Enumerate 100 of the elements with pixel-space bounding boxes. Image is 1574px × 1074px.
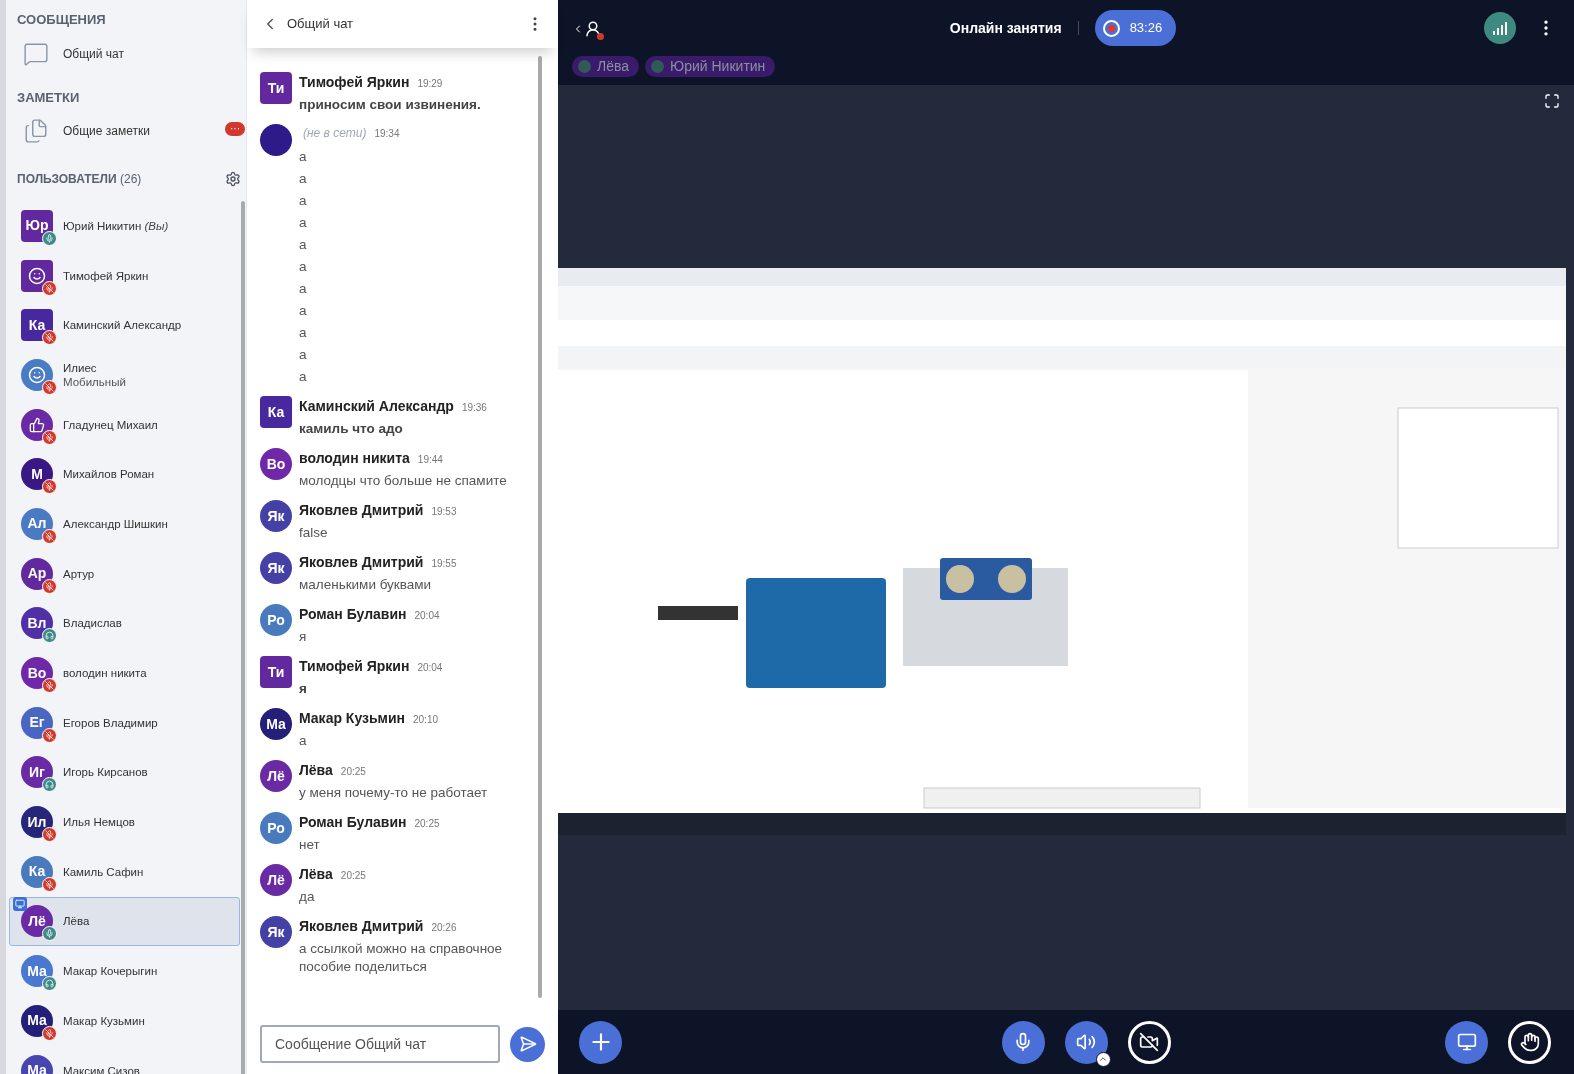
message-text: маленькими буквами [299,576,433,594]
user-row[interactable]: Ег Егоров Владимир [9,697,240,748]
user-row[interactable]: Ма Макар Кузьмин [9,996,240,1046]
avatar-initials: Ро [267,818,285,838]
avatar-initials: Ма [27,1011,47,1031]
avatar-initials: Юр [25,216,49,236]
message-author: Яковлев Дмитрий [299,917,424,936]
user-row[interactable]: Ар Артур [9,548,240,599]
speaker-button[interactable] [1064,1020,1108,1064]
smiley-icon [28,365,46,384]
screen-share-button[interactable] [1445,1020,1488,1064]
notes-item[interactable]: Общие заметки [63,122,150,140]
message-input[interactable]: Сообщение Общий чат [260,1025,500,1063]
message-text: молодцы что больше не спамите [299,472,507,490]
user-row[interactable]: Ка Камиль Сафин [9,846,240,897]
send-icon [518,1035,537,1053]
message-time: 20:04 [414,609,440,623]
message-time: 20:25 [340,869,366,883]
connection-signal-icon[interactable] [1484,12,1516,44]
message-text: а [299,346,308,364]
add-button[interactable] [579,1020,622,1064]
monitor-icon [1456,1032,1477,1052]
user-name: Илья Немцов [63,815,135,830]
message-time: 20:25 [414,817,440,831]
message-time: 19:53 [431,505,457,519]
user-row[interactable]: М Михайлов Роман [9,449,240,500]
microphone-button[interactable] [1001,1020,1045,1064]
message-text: камиль что адо [299,420,404,438]
recording-button[interactable]: 83:26 [1094,10,1177,46]
message-text: приносим свои извинения. [299,96,481,114]
user-row[interactable]: Лё Лёва [9,896,240,947]
chat-title: Общий чат [287,15,354,34]
send-button[interactable] [510,1026,545,1062]
message-time: 20:25 [340,765,366,779]
user-row[interactable]: Ал Александр Шишкин [9,499,240,549]
user-row[interactable]: Во володин никита [9,648,240,698]
message-text: нет [299,836,321,854]
camera-off-icon [1139,1032,1159,1052]
user-name: Каминский Александр [63,318,182,333]
user-row[interactable]: Илиес Мобильный [9,350,240,400]
avatar-initials: Ег [29,713,45,733]
user-row[interactable]: Ма Макар Кочерыгин [9,946,240,996]
avatar-initials: Ти [267,662,285,682]
microphone-icon [1013,1032,1033,1052]
user-subtitle: Мобильный [63,374,126,389]
message-author: Макар Кузьмин [299,709,405,728]
user-row[interactable]: Вл Владислав [9,598,240,649]
message-time: 20:26 [431,921,457,935]
user-row[interactable]: Гладунец Михаил [9,399,240,450]
message-text: да [299,888,316,906]
message-text: я [299,680,308,698]
user-row[interactable]: Юр Юрий Никитин (Вы) [9,201,240,251]
talker-chip: Юрий Никитин [645,56,776,77]
avatar-initials: Ар [27,564,47,584]
speaker-icon [1076,1032,1096,1052]
avatar-initials: Як [267,558,285,578]
avatar-initials: Ка [28,315,46,335]
message-text: а [299,258,308,276]
avatar-initials: Лё [267,766,285,786]
settings-icon[interactable] [225,171,241,187]
message-author: Тимофей Яркин [299,657,410,676]
session-title: Онлайн занятия [949,18,1062,38]
avatar-initials: Ро [267,610,285,630]
user-name: Михайлов Роман [63,467,155,482]
avatar-initials: Лё [267,870,285,890]
message-text: а [299,324,308,342]
avatar-initials: Як [267,506,285,526]
avatar-initials: Як [267,922,285,942]
avatar-initials: Лё [28,911,46,931]
notification-badge: ··· [225,122,245,136]
user-name: володин никита [63,666,147,681]
user-name: Игорь Кирсанов [63,765,148,780]
avatar-initials: Ка [267,402,285,422]
chat-item[interactable]: Общий чат [63,44,124,63]
message-time: 19:36 [461,401,487,415]
thumbs-up-icon [29,416,45,433]
user-name: Макар Кочерыгин [63,964,158,979]
avatar-initials: М [31,464,43,484]
message-text: false [299,524,329,542]
message-text: а [299,732,308,750]
fullscreen-icon[interactable] [1544,93,1560,109]
user-row[interactable]: Ил Илья Немцов [9,797,240,847]
message-text: а [299,148,308,166]
message-author: Яковлев Дмитрий [299,501,424,520]
message-text: а ссылкой можно на справочное пособие поделиться [299,940,504,976]
user-row[interactable]: Иг Игорь Кирсанов [9,747,240,798]
user-name: Тимофей Яркин [63,268,149,283]
section-header: ПОЛЬЗОВАТЕЛИ (26) [17,171,142,188]
message-time: 19:29 [417,77,443,91]
message-text: у меня почему-то не работает [299,784,488,802]
camera-off-button[interactable] [1127,1020,1171,1064]
user-name: Лёва [63,914,90,929]
smiley-icon [28,266,46,285]
message-author: Роман Булавин [299,605,407,624]
raise-hand-button[interactable] [1508,1020,1551,1064]
user-row[interactable]: Тимофей Яркин [9,250,240,301]
message-text: а [299,368,308,386]
user-row[interactable]: Ка Каминский Александр [9,300,240,351]
message-author: Лёва [299,865,333,884]
message-text: а [299,280,308,298]
